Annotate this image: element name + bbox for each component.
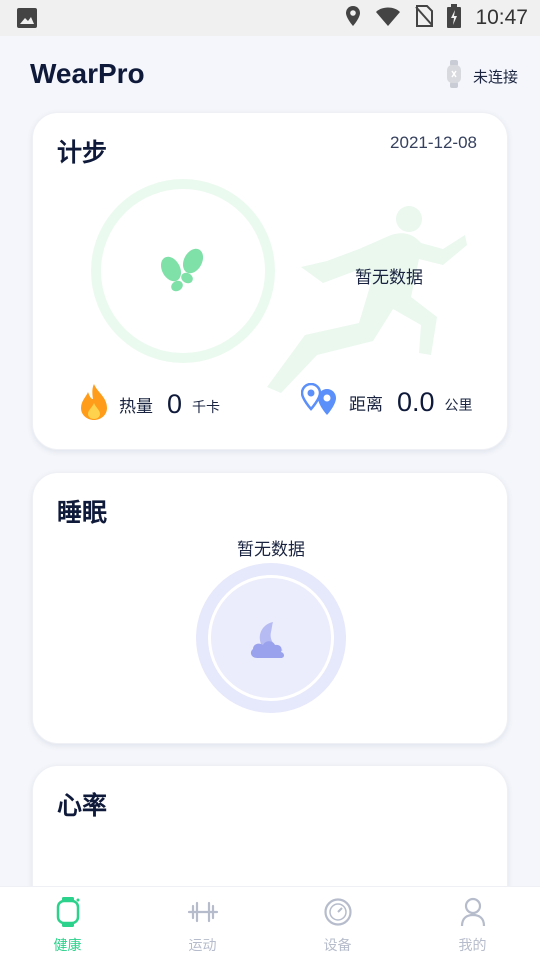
nav-tab-health[interactable]: 健康 (0, 887, 135, 960)
clock-time: 10:47 (475, 6, 528, 29)
calories-value: 0 (167, 388, 183, 419)
calories-unit: 千卡 (192, 400, 221, 416)
watch-icon (446, 60, 461, 92)
calories-stat: 热量 0 千卡 (79, 383, 220, 425)
nav-tab-device[interactable]: 设备 (270, 887, 405, 960)
distance-value: 0.0 (397, 386, 435, 417)
status-bar: 10:47 (0, 0, 540, 36)
sleep-ring (196, 563, 346, 713)
person-icon (460, 897, 486, 931)
battery-charging-icon (447, 4, 462, 32)
sleep-card[interactable]: 睡眠 暂无数据 (32, 472, 508, 744)
nav-tab-sport[interactable]: 运动 (135, 887, 270, 960)
steps-card-title: 计步 (57, 138, 108, 167)
calories-label: 热量 (119, 396, 153, 417)
wifi-icon (375, 5, 401, 31)
steps-no-data: 暂无数据 (355, 268, 423, 288)
heart-rate-card-title: 心率 (57, 791, 108, 820)
watch-icon (55, 897, 81, 931)
app-title: WearPro (30, 58, 145, 89)
steps-card[interactable]: 计步 2021-12-08 暂无数据 热量 0 千卡 距离 0.0 公里 (32, 112, 508, 450)
nav-label-sport: 运动 (188, 938, 217, 954)
moon-cloud-icon (247, 618, 299, 666)
sleep-no-data: 暂无数据 (237, 540, 305, 560)
app-header: WearPro 未连接 (0, 36, 540, 112)
connection-status-text: 未连接 (472, 67, 518, 86)
steps-date: 2021-12-08 (390, 133, 477, 152)
no-sim-icon (415, 5, 434, 31)
sleep-inner-circle (208, 575, 334, 701)
distance-unit: 公里 (444, 398, 473, 414)
location-pins-icon (300, 382, 339, 421)
nav-tab-mine[interactable]: 我的 (405, 887, 540, 960)
connection-status[interactable]: 未连接 (446, 60, 518, 92)
nav-label-health: 健康 (53, 938, 82, 954)
device-icon (323, 897, 353, 931)
nav-label-mine: 我的 (458, 938, 487, 954)
gallery-icon (16, 7, 38, 33)
bottom-navigation: 健康 运动 设备 我的 (0, 886, 540, 960)
runner-silhouette-icon (261, 205, 471, 405)
footprints-icon (155, 247, 211, 301)
location-icon (345, 5, 361, 31)
distance-label: 距离 (349, 394, 383, 415)
distance-stat: 距离 0.0 公里 (300, 382, 473, 421)
nav-label-device: 设备 (323, 938, 352, 954)
flame-icon (79, 383, 109, 425)
sleep-card-title: 睡眠 (57, 498, 108, 527)
dumbbell-icon (187, 897, 219, 931)
